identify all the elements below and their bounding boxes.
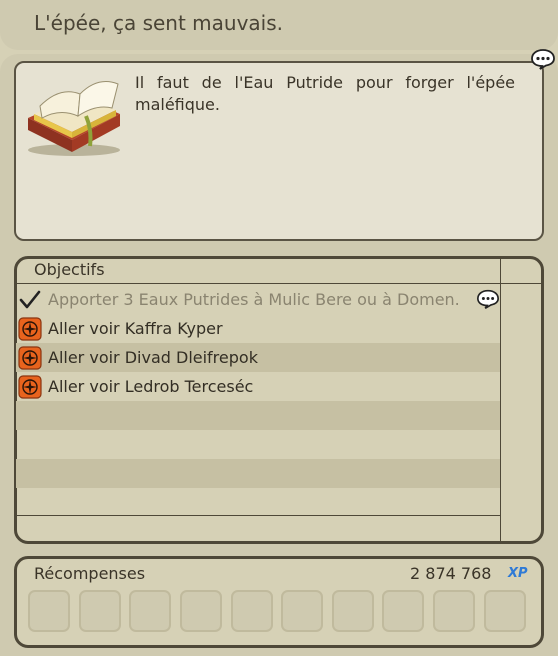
quest-description: Il faut de l'Eau Putride pour forger l'é…: [135, 73, 515, 114]
objective-label: Aller voir Divad Dleifrepok: [48, 348, 258, 367]
reward-slot[interactable]: [231, 590, 273, 632]
book-icon: [28, 81, 120, 156]
chat-bubble-icon[interactable]: [530, 48, 556, 70]
objective-row[interactable]: Apporter 3 Eaux Putrides à Mulic Bere ou…: [16, 285, 500, 314]
reward-slot[interactable]: [79, 590, 121, 632]
compass-icon: [18, 317, 42, 341]
objectives-scrollbar-track[interactable]: [500, 258, 501, 542]
objective-label: Aller voir Ledrob Terceséc: [48, 377, 254, 396]
compass-icon: [18, 346, 42, 370]
objectives-divider: [16, 283, 543, 284]
empty-row: [16, 488, 500, 517]
chat-bubble-icon[interactable]: [476, 288, 500, 310]
reward-slot[interactable]: [382, 590, 424, 632]
reward-slot[interactable]: [332, 590, 374, 632]
rewards-heading: Récompenses: [34, 564, 146, 583]
reward-slot[interactable]: [484, 590, 526, 632]
compass-icon: [18, 375, 42, 399]
reward-slot[interactable]: [281, 590, 323, 632]
empty-row: [16, 459, 500, 488]
objective-row[interactable]: Aller voir Divad Dleifrepok: [16, 343, 500, 372]
xp-badge: XP: [508, 566, 528, 581]
objectives-heading: Objectifs: [34, 260, 105, 279]
reward-slot[interactable]: [180, 590, 222, 632]
reward-slot[interactable]: [129, 590, 171, 632]
empty-row: [16, 430, 500, 459]
reward-slot[interactable]: [28, 590, 70, 632]
quest-title: L'épée, ça sent mauvais.: [34, 11, 284, 35]
objective-label: Aller voir Kaffra Kyper: [48, 319, 223, 338]
title-bar: L'épée, ça sent mauvais.: [0, 0, 558, 50]
objective-row[interactable]: Aller voir Kaffra Kyper: [16, 314, 500, 343]
objective-label: Apporter 3 Eaux Putrides à Mulic Bere ou…: [48, 290, 460, 309]
reward-slot[interactable]: [433, 590, 475, 632]
checkmark-icon: [19, 290, 41, 309]
objective-row[interactable]: Aller voir Ledrob Terceséc: [16, 372, 500, 401]
empty-row: [16, 401, 500, 430]
objectives-bottom-divider: [16, 515, 500, 516]
xp-value: 2 874 768: [410, 564, 492, 583]
